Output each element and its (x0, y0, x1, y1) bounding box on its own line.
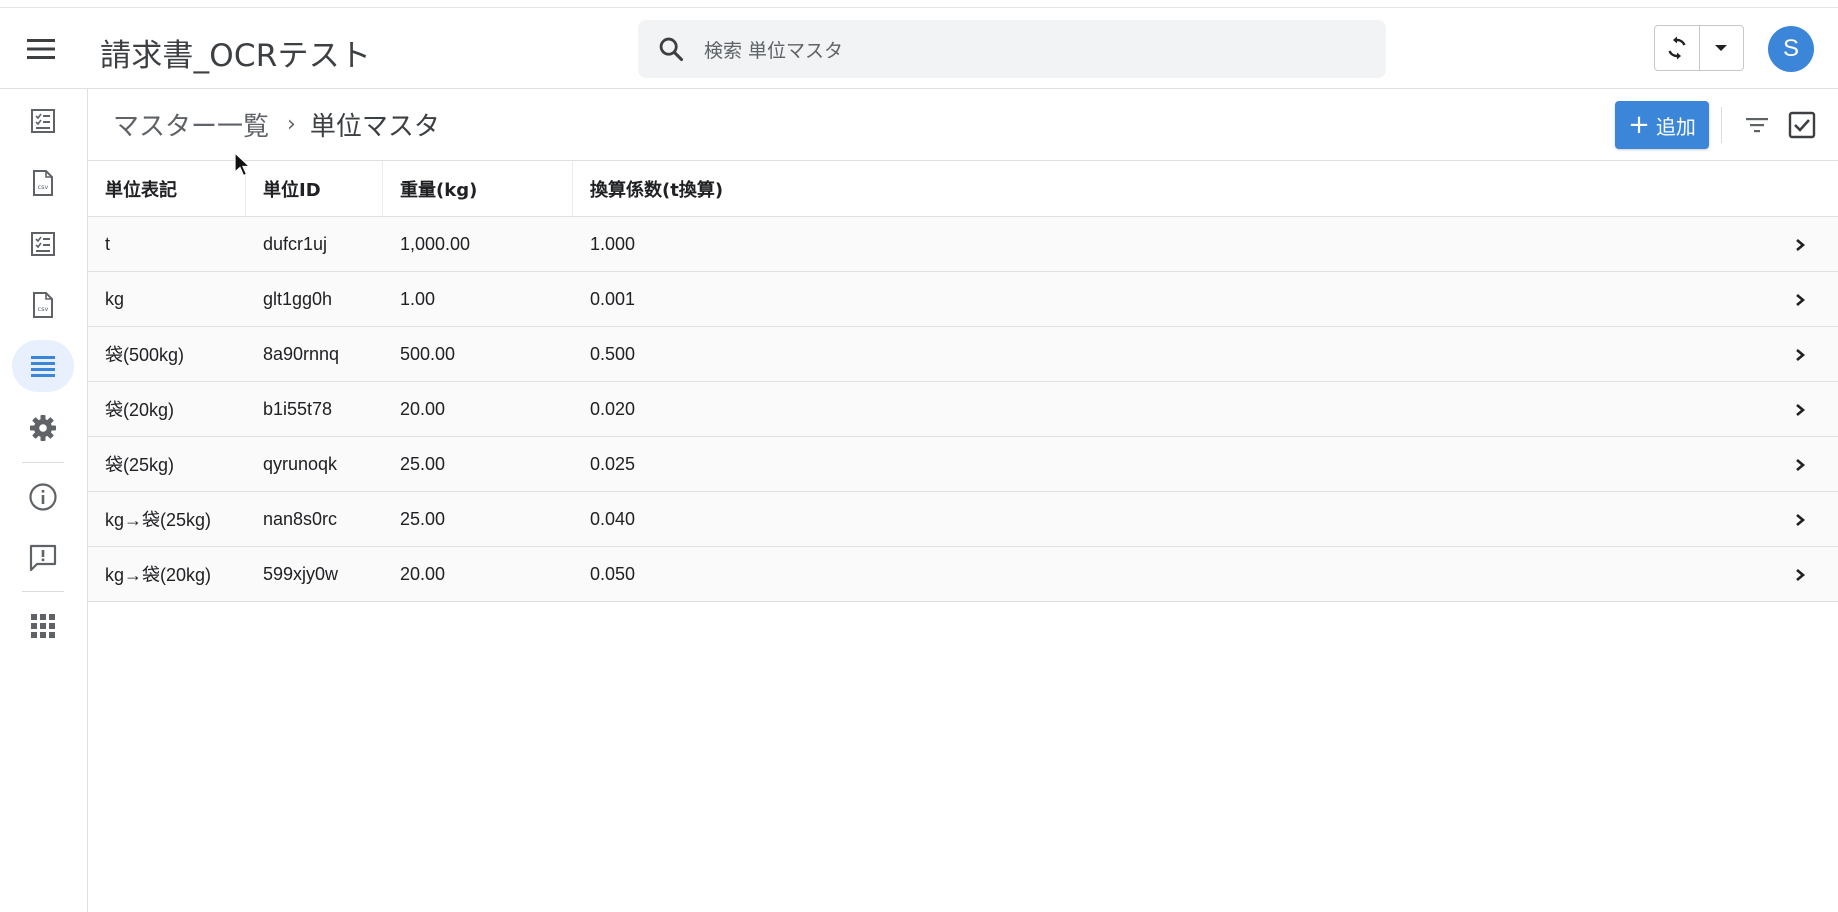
csv-file-icon: csv (33, 292, 53, 318)
cell-unit-id: dufcr1uj (263, 233, 328, 254)
search-bar[interactable]: 検索 単位マスタ (638, 20, 1386, 78)
checkbox-checked-icon (1788, 111, 1816, 139)
checklist-icon (31, 232, 55, 256)
list-icon (31, 356, 55, 377)
top-app-bar: 請求書_OCRテスト 検索 単位マスタ S (0, 7, 1838, 89)
breadcrumb-parent-link[interactable]: マスター一覧 (113, 106, 269, 143)
chevron-right-icon (1790, 345, 1810, 365)
column-header-unit-id[interactable]: 単位ID (246, 161, 383, 216)
cell-unit-label: 袋(20kg) (105, 400, 175, 420)
svg-text:csv: csv (38, 183, 49, 191)
cell-weight: 20.00 (400, 563, 446, 584)
gear-icon (30, 415, 56, 441)
column-header-weight[interactable]: 重量(kg) (383, 161, 573, 216)
chevron-right-icon (1790, 290, 1810, 310)
hamburger-menu-button[interactable] (20, 28, 62, 70)
app-title: 請求書_OCRテスト (100, 38, 372, 74)
search-icon (638, 35, 704, 63)
sidebar-item-info[interactable] (12, 471, 74, 523)
plus-icon: + (1628, 110, 1650, 140)
cell-unit-label: 袋(25kg) (105, 455, 175, 475)
table-row[interactable]: 袋(25kg) qyrunoqk 25.00 0.025 (88, 437, 1838, 492)
sidebar-item-csv-1[interactable]: csv (12, 157, 74, 209)
page-title: 単位マスタ (309, 112, 440, 142)
breadcrumb: マスター一覧 › 単位マスタ (113, 106, 440, 143)
avatar[interactable]: S (1768, 26, 1814, 72)
cell-weight: 20.00 (400, 398, 446, 419)
filter-icon (1746, 118, 1768, 133)
cell-unit-label: 袋(500kg) (105, 345, 185, 365)
cell-unit-id: glt1gg0h (263, 288, 333, 309)
sidebar-item-masters[interactable] (12, 340, 74, 392)
table-row[interactable]: kg→袋(25kg) nan8s0rc 25.00 0.040 (88, 492, 1838, 547)
sync-icon (1668, 36, 1686, 60)
csv-file-icon: csv (33, 170, 53, 196)
chevron-right-icon (1790, 455, 1810, 475)
mouse-pointer-icon (234, 152, 252, 177)
unit-master-table: 単位表記 単位ID 重量(kg) 換算係数(t換算) t dufcr1uj 1,… (88, 161, 1838, 602)
sidebar-item-checklist-2[interactable] (12, 218, 74, 270)
cell-unit-id: b1i55t78 (263, 398, 333, 419)
cell-conversion-factor: 0.050 (590, 563, 636, 584)
sidebar-divider (22, 462, 64, 463)
cell-unit-label: kg→袋(20kg) (105, 565, 212, 585)
select-mode-button[interactable] (1782, 105, 1822, 145)
chevron-right-icon (1790, 565, 1810, 585)
search-input[interactable]: 検索 単位マスタ (704, 36, 843, 63)
main-content: マスター一覧 › 単位マスタ + 追加 単位表記 単位ID 重量(kg) 換算係… (88, 89, 1838, 912)
cell-unit-id: qyrunoqk (263, 453, 338, 474)
table-header: 単位表記 単位ID 重量(kg) 換算係数(t換算) (88, 161, 1838, 217)
column-header-conversion-factor[interactable]: 換算係数(t換算) (573, 161, 1838, 216)
apps-grid-icon (31, 614, 55, 638)
svg-text:csv: csv (38, 305, 49, 313)
table-row[interactable]: kg glt1gg0h 1.00 0.001 (88, 272, 1838, 327)
sidebar-item-csv-2[interactable]: csv (12, 279, 74, 331)
cell-conversion-factor: 0.500 (590, 343, 636, 364)
feedback-icon (29, 544, 57, 572)
sidebar-item-checklist-1[interactable] (12, 95, 74, 147)
cell-conversion-factor: 0.001 (590, 288, 636, 309)
cell-weight: 1,000.00 (400, 233, 471, 254)
sidebar-divider (22, 591, 64, 592)
table-row[interactable]: kg→袋(20kg) 599xjy0w 20.00 0.050 (88, 547, 1838, 602)
cell-unit-label: kg→袋(25kg) (105, 510, 212, 530)
sidebar-item-apps[interactable] (12, 600, 74, 652)
menu-icon (27, 39, 55, 59)
cell-weight: 1.00 (400, 288, 436, 309)
cell-conversion-factor: 0.020 (590, 398, 636, 419)
chevron-right-icon (1790, 235, 1810, 255)
add-button[interactable]: + 追加 (1615, 101, 1709, 149)
cell-unit-label: kg (105, 288, 125, 309)
cell-conversion-factor: 0.025 (590, 453, 636, 474)
table-row[interactable]: 袋(20kg) b1i55t78 20.00 0.020 (88, 382, 1838, 437)
cell-weight: 25.00 (400, 453, 446, 474)
cell-unit-id: nan8s0rc (263, 508, 338, 529)
sync-options-dropdown[interactable] (1698, 26, 1744, 70)
checklist-icon (31, 109, 55, 133)
cell-conversion-factor: 0.040 (590, 508, 636, 529)
add-button-label: 追加 (1655, 114, 1696, 139)
info-icon (29, 483, 57, 511)
table-row[interactable]: t dufcr1uj 1,000.00 1.000 (88, 217, 1838, 272)
cell-unit-id: 8a90rnnq (263, 343, 340, 364)
filter-button[interactable] (1737, 105, 1777, 145)
cell-weight: 25.00 (400, 508, 446, 529)
table-row[interactable]: 袋(500kg) 8a90rnnq 500.00 0.500 (88, 327, 1838, 382)
chevron-right-icon: › (287, 112, 296, 137)
toolbar-divider (1721, 107, 1722, 143)
column-header-unit-label[interactable]: 単位表記 (88, 161, 246, 216)
sidebar: csv csv (0, 89, 88, 912)
page-toolbar: マスター一覧 › 単位マスタ + 追加 (88, 89, 1838, 161)
chevron-right-icon (1790, 510, 1810, 530)
cell-unit-id: 599xjy0w (263, 563, 339, 584)
chevron-right-icon (1790, 400, 1810, 420)
cell-unit-label: t (105, 233, 111, 254)
cell-conversion-factor: 1.000 (590, 233, 636, 254)
caret-down-icon (1715, 45, 1728, 51)
sidebar-item-feedback[interactable] (12, 532, 74, 584)
sidebar-item-settings[interactable] (12, 402, 74, 454)
sync-button-group (1654, 25, 1744, 71)
cell-weight: 500.00 (400, 343, 456, 364)
sync-button[interactable] (1655, 26, 1699, 70)
